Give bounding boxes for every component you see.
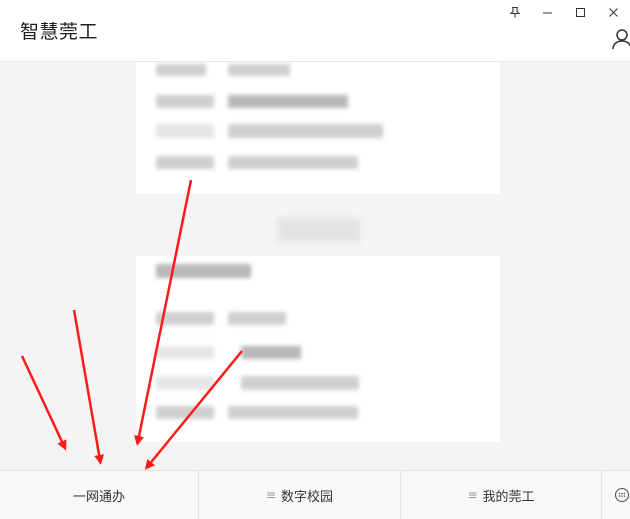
info-card [136,256,500,442]
blurred-text [156,346,214,359]
blurred-text [156,312,214,325]
blurred-text [156,95,214,108]
keyboard-icon [614,487,630,503]
bottom-tab-bar: 一网通办 ≡ 数字校园 ≡ 我的莞工 [0,470,630,519]
blurred-text [228,156,358,169]
title-bar: 智慧莞工 [0,0,630,62]
content-area [0,62,630,470]
blurred-text [156,156,214,169]
blurred-text [156,406,214,419]
menu-icon: ≡ [265,488,277,502]
user-icon[interactable] [610,27,630,51]
pin-icon [509,6,520,18]
blurred-text [156,64,206,76]
blurred-date [278,218,360,242]
minimize-button[interactable] [531,0,564,24]
tab-one-stop-service[interactable]: 一网通办 [0,471,199,519]
blurred-text [241,376,359,390]
maximize-button[interactable] [564,0,597,24]
blurred-text [228,64,290,76]
tab-label: 我的莞工 [482,489,535,505]
tab-label: 一网通办 [72,489,125,505]
info-card [136,62,500,194]
window-controls [498,0,630,24]
blurred-text [156,264,251,278]
minimize-icon [543,12,552,13]
keyboard-toggle-button[interactable] [602,471,630,519]
tab-digital-campus[interactable]: ≡ 数字校园 [199,471,401,519]
blurred-text [241,346,301,359]
maximize-icon [576,7,585,17]
app-title: 智慧莞工 [20,21,99,43]
close-button[interactable] [597,0,630,24]
tab-label: 数字校园 [281,489,334,505]
pin-button[interactable] [498,0,531,24]
blurred-text [228,406,358,419]
blurred-text [228,312,286,325]
app-window: 智慧莞工 一网通办 ≡ 数字校园 ≡ 我的莞工 [0,0,630,519]
blurred-text [156,124,214,138]
menu-icon: ≡ [467,488,478,502]
close-icon [609,7,618,17]
tab-my-dgut[interactable]: ≡ 我的莞工 [401,471,602,519]
blurred-text [156,376,214,390]
blurred-text [228,95,348,108]
blurred-text [228,124,383,138]
